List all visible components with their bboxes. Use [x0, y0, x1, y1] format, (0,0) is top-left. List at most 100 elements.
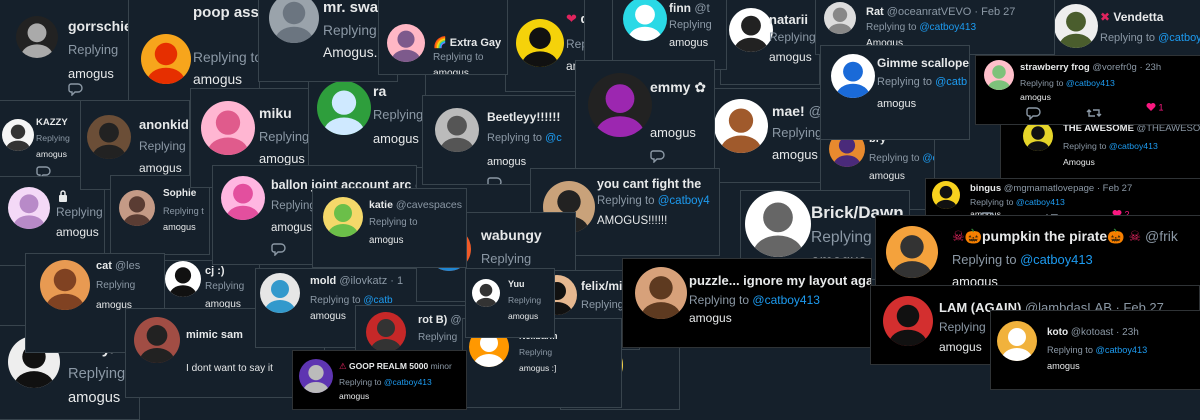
display-name[interactable]: anonkid [139, 117, 189, 132]
reply-mention[interactable]: @catboy413 [384, 377, 432, 387]
tweet-card[interactable]: koto @kotoast · 23h Replying to @catboy41… [990, 310, 1200, 390]
avatar[interactable] [201, 101, 255, 155]
avatar[interactable] [317, 81, 371, 135]
handle[interactable]: @cavespaces · 23h [396, 199, 466, 211]
avatar[interactable] [221, 176, 265, 220]
avatar[interactable] [745, 191, 811, 257]
tweet-card[interactable]: ra Replying amogus [308, 68, 426, 168]
reply-icon[interactable] [271, 242, 287, 256]
avatar[interactable] [134, 317, 180, 363]
tweet-card[interactable]: katie @cavespaces · 23h Replying to amogus [312, 188, 467, 268]
display-name[interactable]: you cant fight the [597, 177, 701, 191]
display-name[interactable]: cat @les [96, 260, 140, 272]
avatar[interactable] [2, 119, 34, 151]
display-name[interactable]: Rat @oceanratVEVO · Feb 27 [866, 6, 1015, 18]
display-name[interactable]: ❤ daisy [566, 11, 584, 27]
display-name[interactable]: mae! @s [772, 103, 822, 119]
avatar[interactable] [87, 115, 131, 159]
display-name[interactable]: finn @t [669, 1, 710, 15]
reply-mention[interactable]: @c [545, 132, 562, 144]
retweet-icon[interactable] [1086, 106, 1102, 120]
handle[interactable]: @vorefr0g · 23h [1092, 62, 1161, 73]
tweet-card[interactable]: Gimme scalloped Replying to @catb amogus [820, 45, 970, 140]
handle[interactable]: @mgmamatlovepage · Feb 27 [1004, 183, 1132, 194]
handle[interactable]: @ilovkatz · 1 [339, 275, 403, 287]
tweet-card[interactable]: puzzle... ignore my layout again Replying… [622, 258, 872, 348]
avatar[interactable] [472, 279, 500, 307]
reply-mention[interactable]: @catboy4 [658, 195, 710, 207]
avatar[interactable] [883, 296, 933, 346]
avatar[interactable] [729, 8, 773, 52]
reply-mention[interactable]: @catboy413 [1020, 252, 1093, 267]
reply-mention[interactable]: @catboy413 [1109, 141, 1158, 151]
display-name[interactable]: Beetleyy!!!!!! [487, 110, 560, 124]
display-name[interactable]: miku [259, 105, 292, 121]
reply-mention[interactable]: @catb [935, 76, 967, 88]
reply-icon[interactable] [1026, 106, 1042, 120]
avatar[interactable] [984, 60, 1014, 90]
display-name[interactable]: ⚠ GOOP REALM 5000 minor [339, 361, 452, 372]
avatar[interactable] [16, 16, 58, 58]
display-name[interactable]: koto @kotoast · 23h [1047, 327, 1139, 338]
avatar[interactable] [831, 54, 875, 98]
avatar[interactable] [997, 321, 1037, 361]
display-name[interactable]: mimic sam [186, 329, 243, 341]
reply-icon[interactable] [68, 82, 84, 96]
avatar[interactable] [824, 2, 856, 34]
display-name[interactable]: cj :) [205, 265, 225, 277]
display-name[interactable]: rot B) @ [418, 314, 462, 326]
display-name[interactable]: Yuu [508, 279, 525, 289]
display-name[interactable]: wabungy [481, 227, 542, 243]
display-name[interactable]: Sophie [163, 188, 196, 199]
tweet-card[interactable]: mae! @s Replying amogus [703, 88, 823, 183]
avatar[interactable] [8, 187, 50, 229]
display-name[interactable]: gorrschief [68, 18, 134, 34]
display-name[interactable]: bingus @mgmamatlovepage · Feb 27 [970, 183, 1132, 194]
avatar[interactable] [1054, 4, 1098, 48]
handle[interactable]: @oceanratVEVO · Feb 27 [887, 6, 1016, 18]
avatar[interactable] [165, 261, 201, 297]
like-button[interactable]: 1 [1146, 102, 1164, 114]
handle[interactable]: @kotoast · 23h [1071, 327, 1139, 338]
tweet-card[interactable]: mr. swagadocious @anyanymous2 · 23hReply… [258, 0, 398, 82]
tweet-card[interactable]: gorrschief Replying amogus [0, 0, 135, 107]
avatar[interactable] [886, 226, 938, 278]
reply-mention[interactable]: @catboy413 [1066, 78, 1115, 88]
reply-mention[interactable]: @catboy413 [919, 22, 976, 33]
avatar[interactable] [588, 73, 652, 137]
avatar[interactable] [635, 267, 687, 319]
handle[interactable]: @frik [1145, 228, 1178, 244]
avatar[interactable] [299, 359, 333, 393]
handle[interactable]: @ [450, 314, 461, 326]
handle[interactable]: @les [115, 260, 140, 272]
reply-mention[interactable]: @catboy413 [1158, 32, 1200, 44]
tweet-card[interactable]: ☠🎃pumpkin the pirate🎃 ☠ @frik Replying to… [875, 215, 1200, 295]
reply-mention[interactable]: @c [922, 153, 934, 164]
display-name[interactable]: strawberry frog @vorefr0g · 23h [1020, 62, 1161, 73]
avatar[interactable] [932, 181, 960, 209]
display-name[interactable]: puzzle... ignore my layout again [689, 273, 871, 288]
avatar[interactable] [269, 0, 319, 43]
tweet-card[interactable]: 🌈 Extra Gay Replying to amogus [378, 0, 508, 75]
handle[interactable]: minor [431, 361, 452, 371]
display-name[interactable]: KAZZY [36, 117, 68, 128]
reply-mention[interactable]: @catboy413 [752, 293, 820, 307]
tweet-card[interactable]: ❤ daisyReplyingamogus [505, 0, 585, 92]
reply-mention[interactable]: @catboy413 [1096, 345, 1148, 355]
avatar[interactable] [141, 34, 191, 84]
avatar[interactable] [40, 260, 90, 310]
display-name[interactable]: felix/mi [581, 279, 622, 293]
reply-mention[interactable]: @catboy413 [1016, 197, 1065, 207]
avatar[interactable] [623, 0, 667, 41]
display-name[interactable]: ra [373, 83, 386, 99]
display-name[interactable]: 🌈 Extra Gay [433, 36, 501, 49]
avatar[interactable] [516, 19, 564, 67]
display-name[interactable]: ☠🎃pumpkin the pirate🎃 ☠ @frik [952, 228, 1178, 245]
tweet-card[interactable]: ⚠ GOOP REALM 5000 minor Replying to @catb… [292, 350, 467, 410]
display-name[interactable]: Gimme scalloped [877, 56, 969, 70]
display-name[interactable]: poop ass [193, 4, 259, 21]
display-name[interactable]: natarii [769, 12, 808, 27]
avatar[interactable] [714, 99, 768, 153]
display-name[interactable]: emmy ✿ [650, 79, 706, 96]
avatar[interactable] [435, 108, 479, 152]
